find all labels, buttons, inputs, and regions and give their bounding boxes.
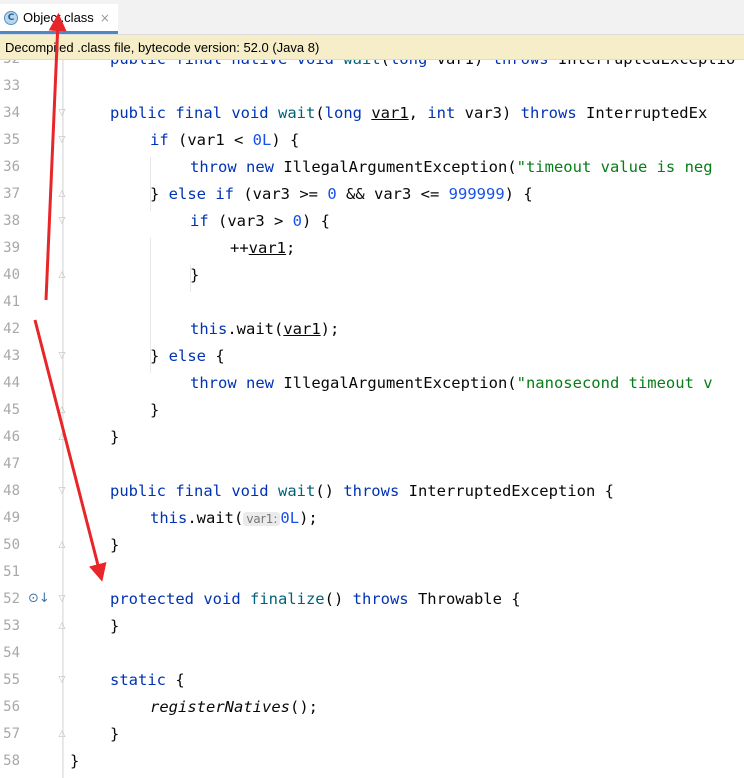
fold-open-icon[interactable]: ▽ bbox=[57, 135, 67, 145]
code-text[interactable]: } bbox=[110, 424, 119, 451]
code-line[interactable]: 38 ▽ if (var3 > 0) { bbox=[0, 208, 744, 235]
editor-tab-bar: C Object.class × bbox=[0, 0, 744, 35]
code-text[interactable]: } bbox=[110, 721, 119, 748]
code-line[interactable]: 51 bbox=[0, 559, 744, 586]
line-number: 55 bbox=[3, 672, 20, 688]
code-line[interactable]: 45 △ } bbox=[0, 397, 744, 424]
class-file-icon: C bbox=[4, 10, 18, 25]
overrides-method-icon[interactable]: ⊙↓ bbox=[28, 592, 50, 606]
code-line[interactable]: 37 △ } else if (var3 >= 0 && var3 <= 999… bbox=[0, 181, 744, 208]
code-text[interactable]: public final void wait(long var1, int va… bbox=[110, 100, 707, 127]
code-text[interactable]: } else if (var3 >= 0 && var3 <= 999999) … bbox=[150, 181, 533, 208]
code-text[interactable]: } bbox=[150, 397, 159, 424]
fold-close-icon[interactable]: △ bbox=[57, 405, 67, 415]
fold-open-icon[interactable]: ▽ bbox=[57, 216, 67, 226]
code-line[interactable]: 46 △ } bbox=[0, 424, 744, 451]
code-text[interactable]: } bbox=[110, 613, 119, 640]
code-line[interactable]: 55 ▽ static { bbox=[0, 667, 744, 694]
line-number: 34 bbox=[3, 105, 20, 121]
code-text[interactable]: } bbox=[70, 748, 79, 775]
fold-open-icon[interactable]: ▽ bbox=[57, 675, 67, 685]
code-line[interactable]: 58 } bbox=[0, 748, 744, 775]
code-line[interactable]: 36 throw new IllegalArgumentException("t… bbox=[0, 154, 744, 181]
line-number: 52 bbox=[3, 591, 20, 607]
code-line[interactable]: 48 ▽ public final void wait() throws Int… bbox=[0, 478, 744, 505]
line-number: 51 bbox=[3, 564, 20, 580]
line-number: 41 bbox=[3, 294, 20, 310]
line-number: 46 bbox=[3, 429, 20, 445]
line-number: 35 bbox=[3, 132, 20, 148]
fold-close-icon[interactable]: △ bbox=[57, 432, 67, 442]
code-line[interactable]: 52 ⊙↓ ▽ protected void finalize() throws… bbox=[0, 586, 744, 613]
line-number: 33 bbox=[3, 78, 20, 94]
code-line[interactable]: 47 bbox=[0, 451, 744, 478]
fold-close-icon[interactable]: △ bbox=[57, 270, 67, 280]
code-line[interactable]: 33 bbox=[0, 73, 744, 100]
code-text[interactable]: if (var1 < 0L) { bbox=[150, 127, 299, 154]
line-number: 39 bbox=[3, 240, 20, 256]
code-text[interactable]: this.wait(var1); bbox=[190, 316, 339, 343]
line-number: 48 bbox=[3, 483, 20, 499]
parameter-hint: var1: bbox=[243, 512, 281, 526]
tab-object-class[interactable]: C Object.class × bbox=[0, 4, 118, 34]
code-text[interactable]: } else { bbox=[150, 343, 225, 370]
code-line[interactable]: 35 ▽ if (var1 < 0L) { bbox=[0, 127, 744, 154]
code-text[interactable]: } bbox=[110, 532, 119, 559]
line-number: 42 bbox=[3, 321, 20, 337]
code-line[interactable]: 42 this.wait(var1); bbox=[0, 316, 744, 343]
line-number: 50 bbox=[3, 537, 20, 553]
code-line[interactable]: 41 bbox=[0, 289, 744, 316]
code-text[interactable]: protected void finalize() throws Throwab… bbox=[110, 586, 521, 613]
code-editor[interactable]: 32 public final native void wait(long va… bbox=[0, 46, 744, 778]
code-line[interactable]: 53 △ } bbox=[0, 613, 744, 640]
code-line[interactable]: 56 registerNatives(); bbox=[0, 694, 744, 721]
line-number: 36 bbox=[3, 159, 20, 175]
code-text[interactable]: if (var3 > 0) { bbox=[190, 208, 330, 235]
code-line[interactable]: 43 ▽ } else { bbox=[0, 343, 744, 370]
code-text[interactable]: registerNatives(); bbox=[150, 694, 318, 721]
line-number: 44 bbox=[3, 375, 20, 391]
line-number: 53 bbox=[3, 618, 20, 634]
code-line[interactable]: 40 △ } bbox=[0, 262, 744, 289]
fold-open-icon[interactable]: ▽ bbox=[57, 351, 67, 361]
decompiled-notice-banner: Decompiled .class file, bytecode version… bbox=[0, 35, 744, 60]
line-number: 58 bbox=[3, 753, 20, 769]
fold-open-icon[interactable]: ▽ bbox=[57, 108, 67, 118]
fold-open-icon[interactable]: ▽ bbox=[57, 594, 67, 604]
code-line[interactable]: 50 △ } bbox=[0, 532, 744, 559]
code-text[interactable]: throw new IllegalArgumentException("time… bbox=[190, 154, 713, 181]
code-text[interactable]: ++var1; bbox=[230, 235, 295, 262]
fold-open-icon[interactable]: ▽ bbox=[57, 486, 67, 496]
close-icon[interactable]: × bbox=[100, 11, 110, 25]
tab-label: Object.class bbox=[23, 10, 94, 25]
code-text[interactable]: public final void wait() throws Interrup… bbox=[110, 478, 614, 505]
code-text[interactable]: throw new IllegalArgumentException("nano… bbox=[190, 370, 713, 397]
line-number: 57 bbox=[3, 726, 20, 742]
code-text[interactable]: } bbox=[190, 262, 199, 289]
fold-close-icon[interactable]: △ bbox=[57, 540, 67, 550]
code-line[interactable]: 49 this.wait(var1: 0L); bbox=[0, 505, 744, 532]
code-line[interactable]: 34 ▽ public final void wait(long var1, i… bbox=[0, 100, 744, 127]
line-number: 43 bbox=[3, 348, 20, 364]
line-number: 49 bbox=[3, 510, 20, 526]
fold-close-icon[interactable]: △ bbox=[57, 729, 67, 739]
code-text[interactable]: static { bbox=[110, 667, 185, 694]
code-line[interactable]: 57 △ } bbox=[0, 721, 744, 748]
fold-close-icon[interactable]: △ bbox=[57, 189, 67, 199]
line-number: 45 bbox=[3, 402, 20, 418]
line-number: 54 bbox=[3, 645, 20, 661]
line-number: 47 bbox=[3, 456, 20, 472]
line-number: 38 bbox=[3, 213, 20, 229]
line-number: 40 bbox=[3, 267, 20, 283]
fold-close-icon[interactable]: △ bbox=[57, 621, 67, 631]
code-line[interactable]: 44 throw new IllegalArgumentException("n… bbox=[0, 370, 744, 397]
code-line[interactable]: 54 bbox=[0, 640, 744, 667]
line-number: 56 bbox=[3, 699, 20, 715]
code-line[interactable]: 39 ++var1; bbox=[0, 235, 744, 262]
code-text[interactable]: this.wait(var1: 0L); bbox=[150, 505, 318, 533]
line-number: 37 bbox=[3, 186, 20, 202]
